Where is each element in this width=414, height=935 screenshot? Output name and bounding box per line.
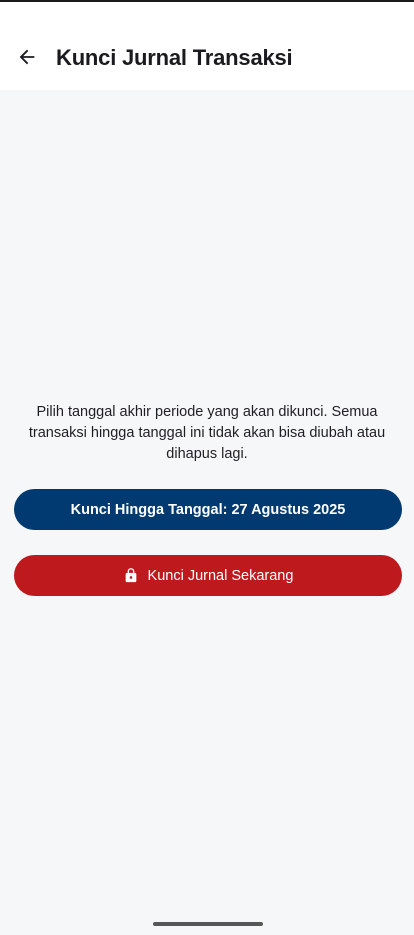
- home-indicator[interactable]: [153, 922, 263, 926]
- select-lock-date-button[interactable]: Kunci Hingga Tanggal: 27 Agustus 2025: [14, 489, 402, 530]
- lock-journal-screen: Kunci Jurnal Transaksi Pilih tanggal akh…: [0, 0, 414, 935]
- page-title: Kunci Jurnal Transaksi: [56, 45, 293, 70]
- lock-journal-now-button[interactable]: Kunci Jurnal Sekarang: [14, 555, 402, 596]
- select-lock-date-label: Kunci Hingga Tanggal: 27 Agustus 2025: [70, 501, 346, 518]
- lock-icon: [123, 567, 139, 584]
- arrow-left-icon: [19, 49, 35, 65]
- app-bar: Kunci Jurnal Transaksi: [0, 2, 414, 90]
- instruction-text: Pilih tanggal akhir periode yang akan di…: [28, 404, 386, 462]
- back-button[interactable]: [8, 38, 46, 76]
- lock-journal-now-label: Kunci Jurnal Sekarang: [147, 567, 294, 584]
